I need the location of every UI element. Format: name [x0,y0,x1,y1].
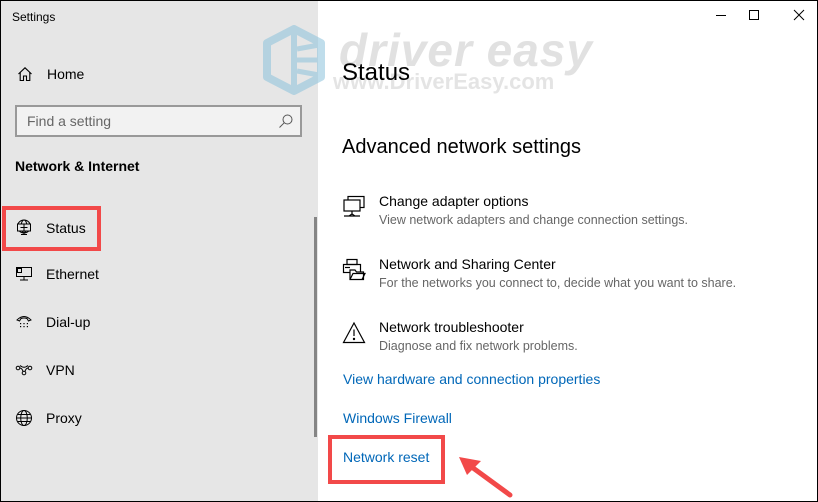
option-title: Change adapter options [379,193,529,209]
sidebar-item-dial-up[interactable]: Dial-up [1,302,301,342]
close-button[interactable] [776,1,817,33]
sidebar-item-label: Ethernet [46,266,99,282]
option-description: For the networks you connect to, decide … [379,276,737,290]
view-hardware-link[interactable]: View hardware and connection properties [343,371,600,387]
maximize-button[interactable] [731,1,777,33]
sidebar-item-label: Status [46,220,86,236]
main-content: Status Advanced network settings Change … [318,1,817,501]
sidebar-item-home[interactable]: Home [1,54,301,94]
page-title: Status [342,59,411,86]
sidebar-item-label: Proxy [46,410,82,426]
ethernet-icon [15,265,33,283]
sharing-center-icon [342,258,366,282]
sidebar-item-ethernet[interactable]: Ethernet [1,254,301,294]
section-subtitle: Advanced network settings [342,136,582,158]
warning-icon [342,321,366,345]
sidebar: Settings Home Network & Internet [1,1,318,501]
search-box [15,105,302,137]
option-change-adapter[interactable]: Change adapter options View network adap… [342,193,802,233]
sidebar-item-label: Home [47,66,85,82]
sidebar-item-proxy[interactable]: Proxy [1,398,301,438]
home-icon [16,65,34,83]
option-sharing-center[interactable]: Network and Sharing Center For the netwo… [342,256,802,296]
annotation-arrow-icon [459,457,513,498]
minimize-icon [715,8,727,26]
search-input[interactable] [17,107,267,135]
sidebar-scrollbar[interactable] [314,217,317,437]
windows-firewall-link[interactable]: Windows Firewall [343,410,452,426]
option-title: Network and Sharing Center [379,256,556,272]
sidebar-item-label: VPN [46,362,75,378]
globe-monitor-icon [15,219,33,237]
option-description: View network adapters and change connect… [379,213,688,227]
option-description: Diagnose and fix network problems. [379,339,578,353]
option-troubleshooter[interactable]: Network troubleshooter Diagnose and fix … [342,319,802,359]
vpn-icon [15,361,33,379]
app-title: Settings [12,10,56,24]
dial-up-phone-icon [15,313,33,331]
globe-icon [15,409,33,427]
sidebar-item-status[interactable]: Status [1,208,301,248]
sidebar-item-label: Dial-up [46,314,91,330]
search-icon[interactable] [278,113,294,129]
option-title: Network troubleshooter [379,319,524,335]
close-icon [793,8,805,26]
sidebar-item-vpn[interactable]: VPN [1,350,301,390]
settings-window: Settings Home Network & Internet [1,1,817,501]
maximize-icon [748,8,760,26]
network-reset-link[interactable]: Network reset [343,449,429,465]
network-adapter-icon [342,195,366,219]
section-heading: Network & Internet [15,158,140,174]
